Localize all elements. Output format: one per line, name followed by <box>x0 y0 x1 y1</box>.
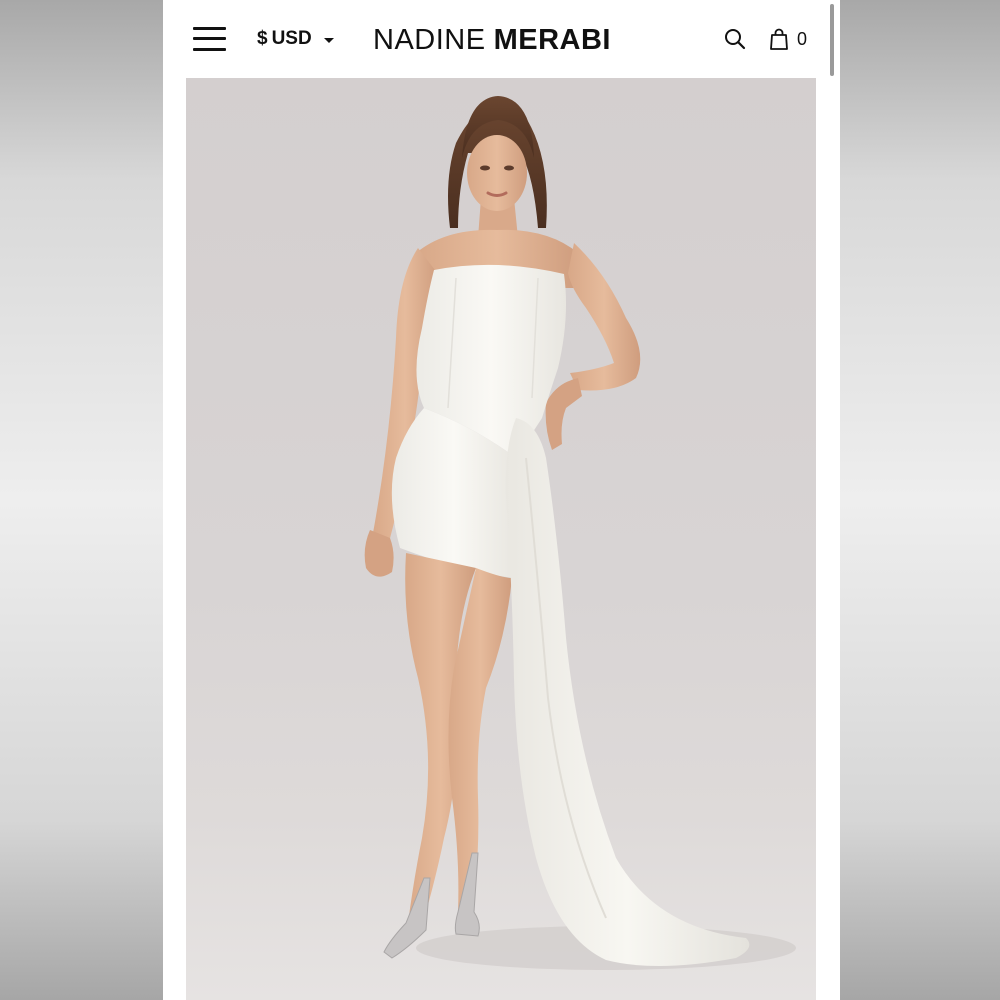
currency-code: USD <box>271 28 312 49</box>
brand-name-second: MERABI <box>493 23 611 56</box>
cart-count: 0 <box>797 28 808 49</box>
brand-logo[interactable]: NADINE MERABI <box>373 20 611 60</box>
currency-selector[interactable]: $ USD <box>257 26 334 52</box>
hero-product-image[interactable] <box>186 78 816 1000</box>
mobile-page: $ USD NADINE MERABI 0 <box>163 0 840 1000</box>
search-button[interactable] <box>723 27 747 51</box>
site-header: $ USD NADINE MERABI 0 <box>163 0 840 78</box>
cart-button[interactable]: 0 <box>769 26 807 52</box>
brand-name-first: NADINE <box>373 23 486 56</box>
left-backdrop <box>0 0 163 1000</box>
right-arm <box>568 243 641 391</box>
model-photo <box>364 96 796 970</box>
scrollbar[interactable] <box>830 4 834 76</box>
shopping-bag-icon <box>770 28 788 50</box>
dress-train <box>505 418 750 967</box>
face <box>467 135 527 211</box>
menu-button[interactable] <box>193 24 227 54</box>
right-backdrop <box>840 0 1000 1000</box>
search-icon <box>725 29 746 50</box>
chevron-down-icon <box>323 37 334 43</box>
currency-symbol: $ <box>257 28 268 49</box>
